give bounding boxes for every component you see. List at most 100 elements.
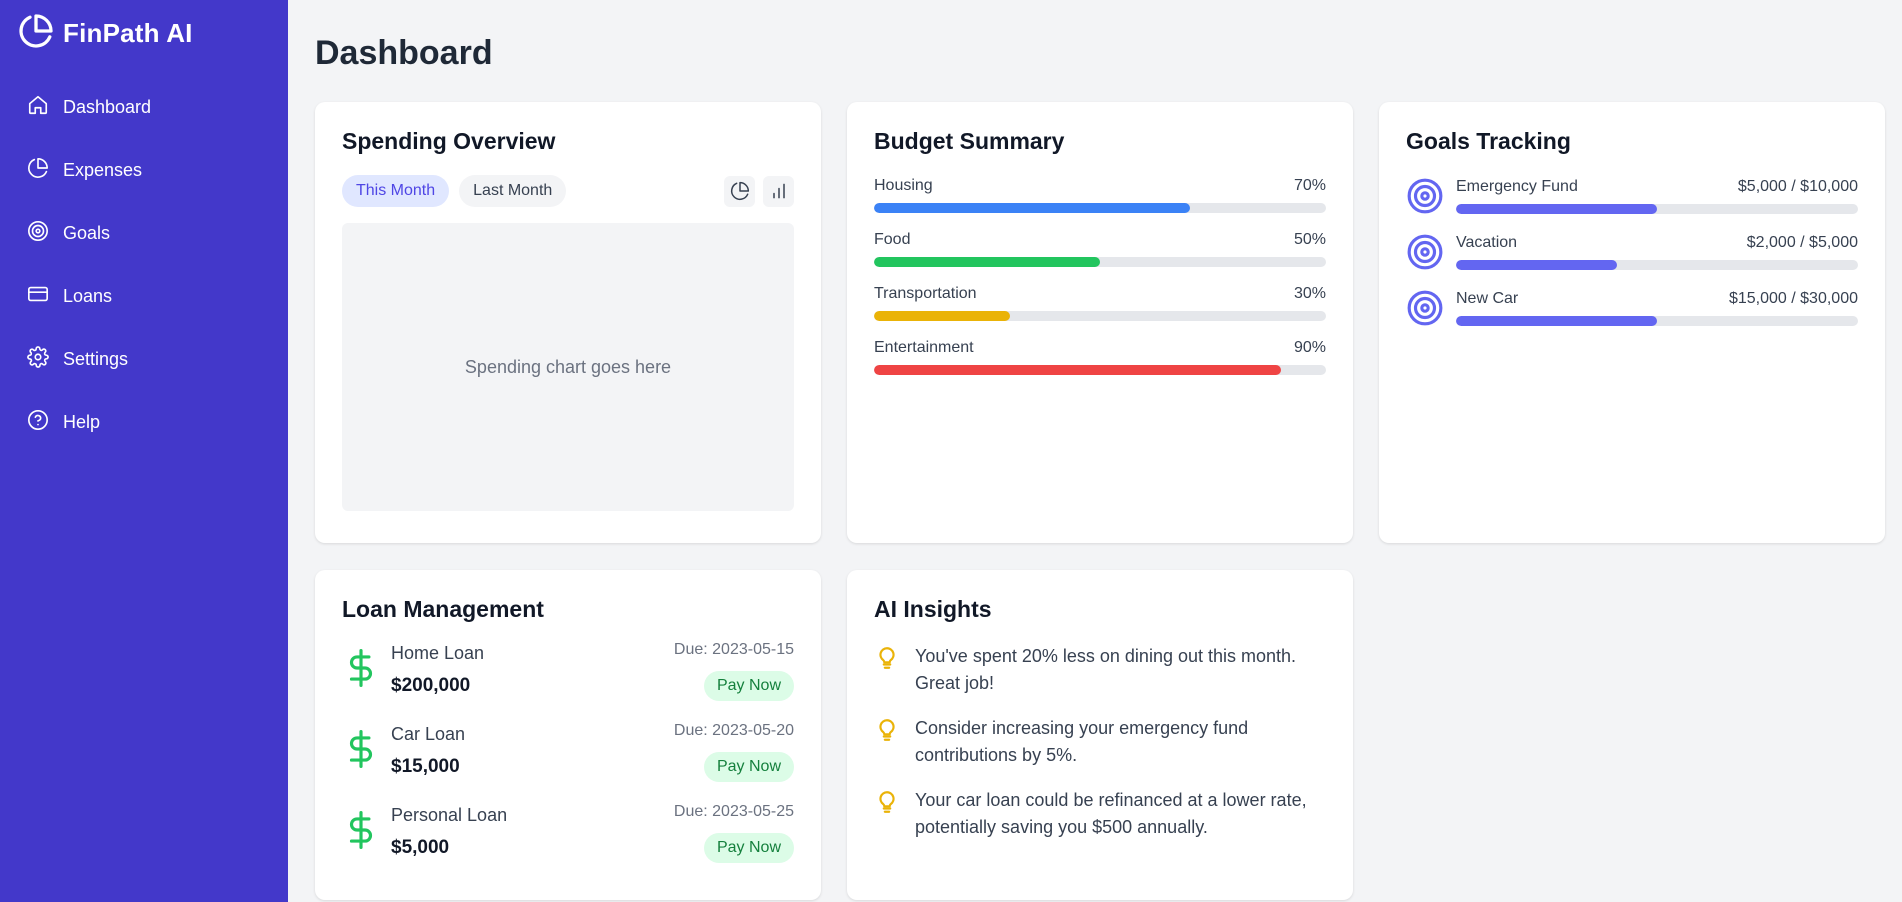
pay-now-button[interactable]: Pay Now	[703, 671, 794, 701]
spending-controls: This Month Last Month	[342, 175, 794, 207]
sidebar-item-settings[interactable]: Settings	[0, 328, 288, 391]
brand[interactable]: FinPath AI	[0, 0, 288, 66]
goal-amount: $5,000 / $10,000	[1737, 178, 1858, 195]
progress-fill	[1456, 260, 1617, 270]
budget-label: Food	[874, 231, 911, 248]
page-title: Dashboard	[315, 34, 493, 72]
loan-name: Car Loan	[391, 724, 466, 744]
tab-this-month[interactable]: This Month	[342, 175, 450, 207]
progress-fill	[874, 203, 1191, 213]
lightbulb-icon	[879, 647, 895, 669]
progress-track	[1456, 204, 1858, 214]
loan-management-card: Loan Management Home Loan $200,000 Due: …	[315, 570, 821, 900]
card-title: Budget Summary	[874, 128, 1065, 154]
card-title: Loan Management	[342, 596, 544, 622]
insights-list: You've spent 20% less on dining out this…	[874, 643, 1326, 841]
tab-last-month[interactable]: Last Month	[459, 175, 567, 207]
goal-label: Vacation	[1456, 234, 1518, 251]
budget-percent: 30%	[1293, 285, 1326, 302]
goal-list: Emergency Fund $5,000 / $10,000 Vacation…	[1406, 177, 1858, 327]
sidebar-item-goals[interactable]: Goals	[0, 202, 288, 265]
chart-view-buttons	[724, 175, 794, 207]
progress-track	[874, 257, 1326, 267]
progress-track	[874, 311, 1326, 321]
insight-text: You've spent 20% less on dining out this…	[915, 646, 1297, 693]
target-icon	[1407, 178, 1443, 214]
loan-name: Personal Loan	[391, 805, 508, 825]
goal-amount: $15,000 / $30,000	[1728, 290, 1858, 307]
budget-list: Housing 70% Food 50% Transportation 30%	[874, 177, 1326, 375]
pie-chart-logo-icon	[18, 13, 54, 54]
dollar-icon	[349, 811, 372, 849]
sidebar-item-loans[interactable]: Loans	[0, 265, 288, 328]
progress-fill	[1456, 316, 1657, 326]
sidebar-nav: Dashboard Expenses Goals Loans Settings	[0, 76, 288, 454]
bar-view-button[interactable]	[763, 175, 794, 207]
budget-summary-card: Budget Summary Housing 70% Food 50% Tran…	[847, 102, 1353, 543]
sidebar-item-dashboard[interactable]: Dashboard	[0, 76, 288, 139]
insight-text: Consider increasing your emergency fund …	[915, 718, 1249, 765]
insight-item: Your car loan could be refinanced at a l…	[874, 787, 1326, 841]
pie-chart-icon	[27, 157, 49, 184]
progress-fill	[874, 257, 1100, 267]
goal-label: New Car	[1456, 290, 1519, 307]
loan-amount: $5,000	[391, 837, 450, 858]
target-icon	[1407, 290, 1443, 326]
sidebar-item-label: Settings	[63, 349, 129, 369]
pay-now-button[interactable]: Pay Now	[703, 752, 794, 782]
card-title: AI Insights	[874, 596, 992, 622]
dollar-icon	[349, 730, 372, 768]
chart-placeholder-text: Spending chart goes here	[464, 356, 672, 377]
pay-now-button[interactable]: Pay Now	[703, 833, 794, 863]
app-name: FinPath AI	[63, 17, 193, 48]
goal-item-vacation: Vacation $2,000 / $5,000	[1406, 233, 1858, 271]
home-icon	[27, 94, 49, 121]
budget-item-transportation: Transportation 30%	[874, 285, 1326, 321]
budget-item-food: Food 50%	[874, 231, 1326, 267]
loan-list: Home Loan $200,000 Due: 2023-05-15 Pay N…	[342, 641, 794, 884]
loan-due-date: Due: 2023-05-15	[673, 641, 794, 658]
loan-item-car: Car Loan $15,000 Due: 2023-05-20 Pay Now	[342, 722, 794, 803]
budget-item-housing: Housing 70%	[874, 177, 1326, 213]
goal-label: Emergency Fund	[1456, 178, 1578, 195]
sidebar-item-expenses[interactable]: Expenses	[0, 139, 288, 202]
loan-amount: $200,000	[391, 675, 471, 696]
budget-item-entertainment: Entertainment 90%	[874, 339, 1326, 375]
goal-item-emergency-fund: Emergency Fund $5,000 / $10,000	[1406, 177, 1858, 215]
lightbulb-icon	[879, 719, 895, 741]
budget-label: Housing	[874, 177, 933, 194]
progress-fill	[874, 365, 1281, 375]
budget-percent: 90%	[1293, 339, 1326, 356]
sidebar-item-label: Help	[63, 412, 101, 432]
gear-icon	[27, 346, 49, 373]
goal-item-new-car: New Car $15,000 / $30,000	[1406, 289, 1858, 327]
sidebar-item-help[interactable]: Help	[0, 391, 288, 454]
pie-view-button[interactable]	[724, 175, 755, 207]
spending-chart-placeholder: Spending chart goes here	[342, 223, 794, 511]
progress-track	[1456, 260, 1858, 270]
card-title: Goals Tracking	[1406, 128, 1571, 154]
insight-text: Your car loan could be refinanced at a l…	[915, 790, 1307, 837]
sidebar-item-label: Loans	[63, 286, 113, 306]
budget-label: Entertainment	[874, 339, 974, 356]
target-icon	[27, 220, 49, 247]
progress-track	[1456, 316, 1858, 326]
loan-due-date: Due: 2023-05-20	[673, 722, 794, 739]
loan-name: Home Loan	[391, 643, 485, 663]
sidebar-item-label: Dashboard	[63, 97, 152, 117]
credit-card-icon	[27, 283, 49, 310]
card-title: Spending Overview	[342, 128, 556, 154]
ai-insights-card: AI Insights You've spent 20% less on din…	[847, 570, 1353, 900]
loan-amount: $15,000	[391, 756, 460, 777]
sidebar-item-label: Goals	[63, 223, 111, 243]
sidebar: FinPath AI Dashboard Expenses Goals Loan…	[0, 0, 288, 902]
progress-track	[874, 365, 1326, 375]
progress-fill	[874, 311, 1010, 321]
insight-item: You've spent 20% less on dining out this…	[874, 643, 1326, 697]
loan-item-home: Home Loan $200,000 Due: 2023-05-15 Pay N…	[342, 641, 794, 722]
spending-overview-card: Spending Overview This Month Last Month …	[315, 102, 821, 543]
loan-due-date: Due: 2023-05-25	[673, 803, 794, 820]
sidebar-item-label: Expenses	[63, 160, 143, 180]
dollar-icon	[349, 649, 372, 687]
insight-item: Consider increasing your emergency fund …	[874, 715, 1326, 769]
